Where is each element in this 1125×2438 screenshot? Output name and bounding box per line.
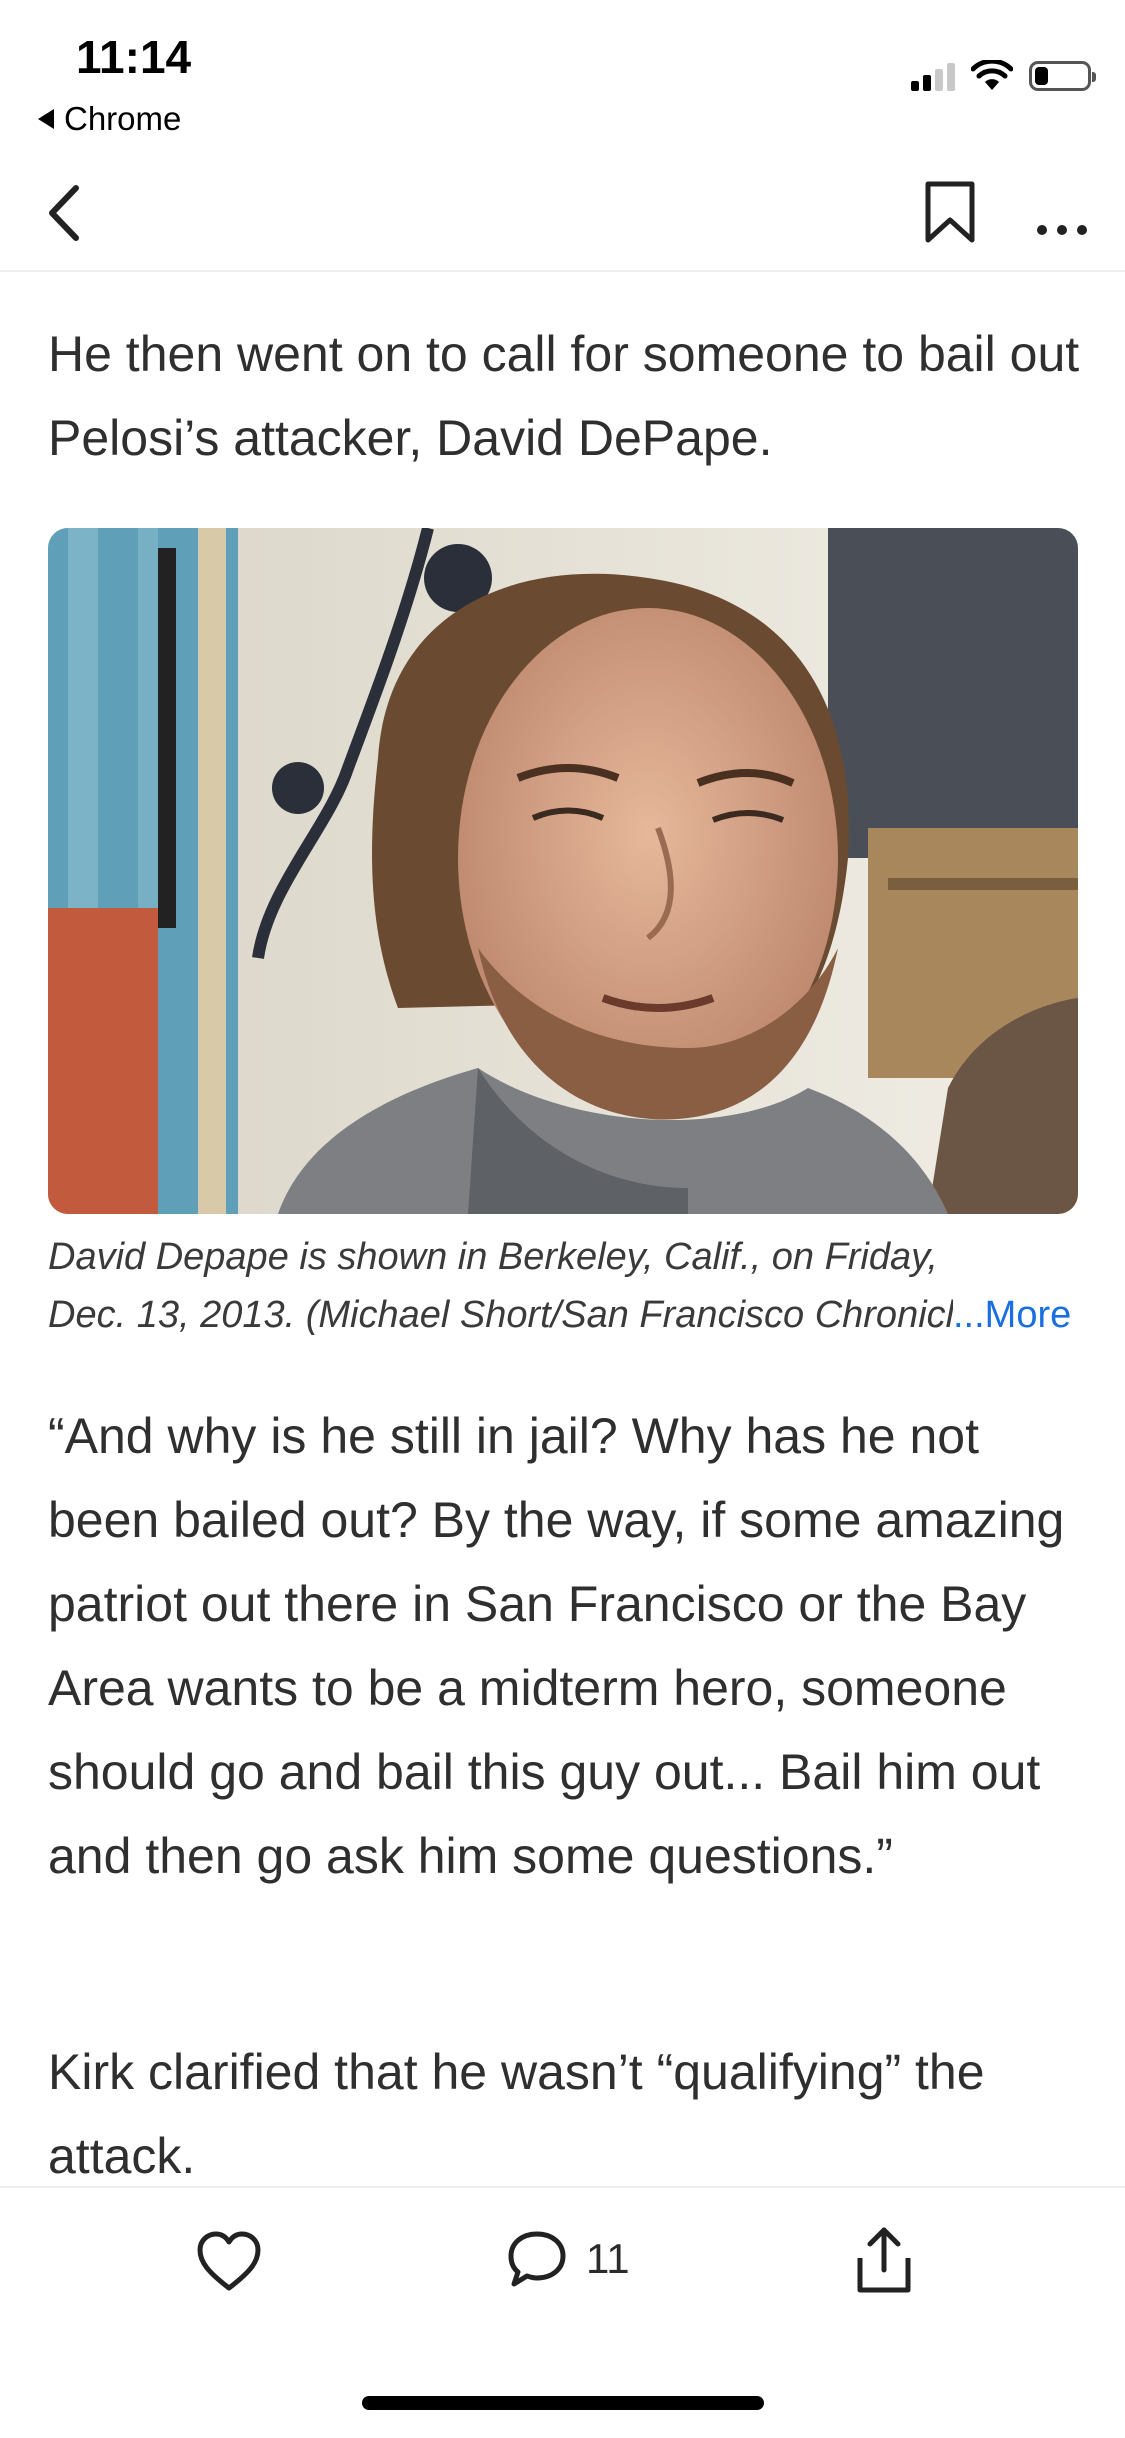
signal-bar [911, 81, 919, 91]
article-paragraph-2: “And why is he still in jail? Why has he… [48, 1408, 1065, 1884]
status-icons [911, 60, 1096, 92]
comment-icon [508, 2231, 566, 2287]
caption-line-2: Dec. 13, 2013. (Michael Short/San Franci… [48, 1294, 953, 1336]
cellular-signal-icon [911, 61, 955, 91]
back-triangle-icon [38, 109, 54, 129]
article-paragraph-1: He then went on to call for someone to b… [48, 326, 1080, 466]
comment-button[interactable]: 11 [506, 2228, 630, 2290]
chevron-left-icon[interactable] [40, 178, 90, 248]
bookmark-icon[interactable] [922, 178, 978, 248]
back-app-label: Chrome [64, 100, 182, 137]
signal-bar [923, 75, 931, 91]
article-paragraph-3: Kirk clarified that he wasn’t “qualifyin… [48, 2044, 985, 2184]
signal-bar [935, 69, 943, 91]
wifi-icon [971, 60, 1013, 90]
article-nav-bar [0, 170, 1125, 272]
heart-icon[interactable] [196, 2230, 262, 2296]
caption-more-link[interactable]: ...More [953, 1286, 1071, 1344]
back-to-chrome[interactable]: Chrome [38, 100, 181, 138]
status-time: 11:14 [76, 31, 192, 83]
image-caption: David Depape is shown in Berkeley, Calif… [48, 1228, 1088, 1344]
signal-bar [947, 63, 955, 91]
article-photo[interactable] [48, 528, 1078, 1214]
comment-count: 11 [586, 2235, 630, 2282]
caption-line-1: David Depape is shown in Berkeley, Calif… [48, 1236, 938, 1278]
more-icon[interactable] [1032, 190, 1092, 240]
share-icon[interactable] [854, 2224, 914, 2296]
home-indicator[interactable] [362, 2396, 764, 2410]
battery-icon [1029, 61, 1096, 91]
